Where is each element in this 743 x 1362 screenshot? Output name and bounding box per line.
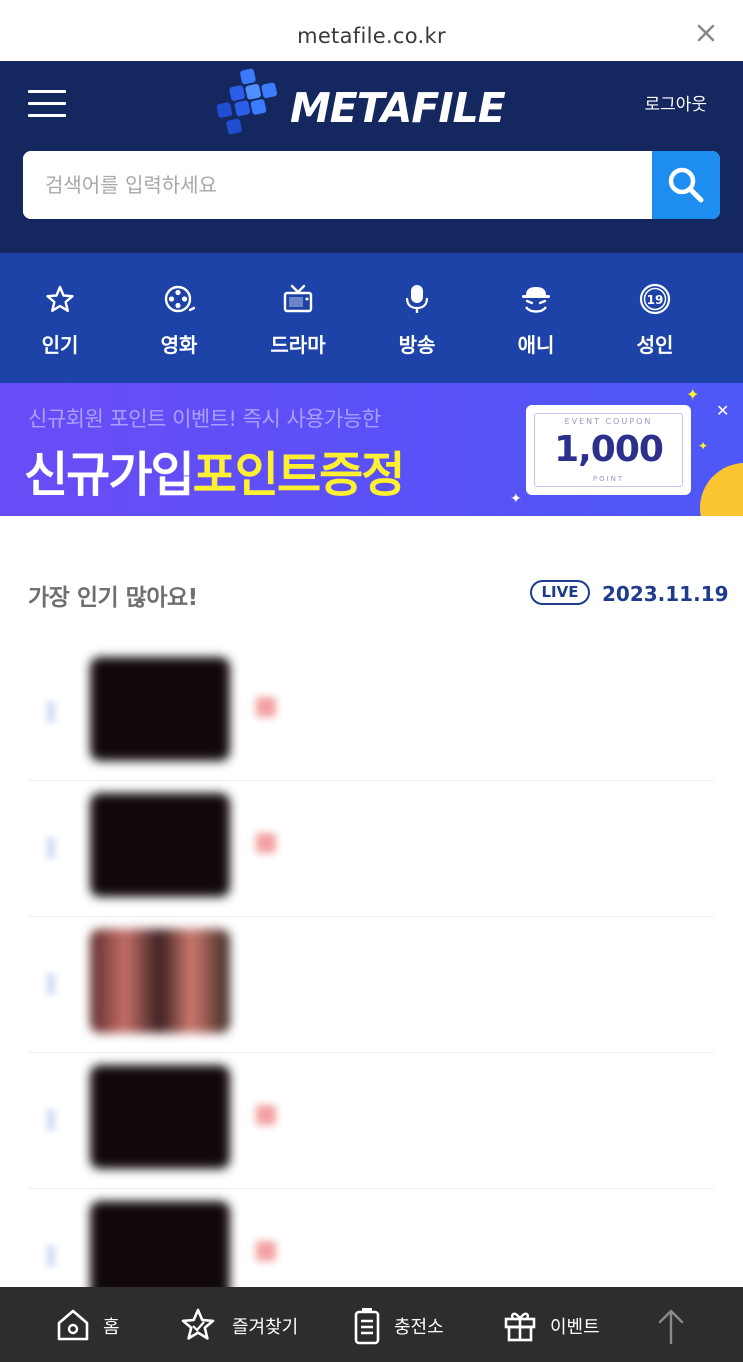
logout-button[interactable]: 로그아웃	[644, 90, 707, 115]
category-anime[interactable]: 애니	[476, 253, 596, 383]
bottom-nav-event[interactable]: 이벤트	[502, 1287, 612, 1362]
film-reel-icon	[164, 285, 195, 313]
category-label: 방송	[398, 333, 436, 357]
category-movie[interactable]: 영화	[119, 253, 239, 383]
logo-text: METAFILE	[290, 84, 506, 132]
category-drama[interactable]: 드라마	[238, 253, 358, 383]
sparkle-icon: ✦	[686, 385, 700, 404]
bottom-nav-home[interactable]: 홈	[55, 1287, 135, 1362]
section-title: 가장 인기 많아요!	[28, 585, 198, 611]
category-broadcast[interactable]: 방송	[357, 253, 477, 383]
category-label: 영화	[160, 333, 198, 357]
bottom-nav-label: 충전소	[394, 1317, 444, 1338]
character-icon	[522, 287, 550, 313]
banner-title: 신규가입포인트증정	[24, 435, 406, 505]
search-box	[23, 151, 720, 219]
gift-icon	[504, 1312, 536, 1342]
list-item[interactable]	[28, 917, 714, 1053]
tv-icon	[283, 284, 313, 313]
browser-url-bar: metafile.co.kr	[0, 0, 743, 61]
category-adult[interactable]: 19 성인	[595, 253, 715, 383]
category-nav: 인기 영화 드라마 방송 애니 19 성인	[0, 253, 743, 383]
coupon-bottom-text: POINT	[592, 475, 625, 483]
microphone-icon	[405, 285, 429, 313]
coupon-amount: 1,000	[554, 429, 664, 470]
banner-title-white: 신규가입	[24, 447, 195, 503]
section-date: 2023.11.19	[602, 582, 729, 606]
banner-subtitle: 신규회원 포인트 이벤트! 즉시 사용가능한	[28, 407, 381, 431]
scroll-to-top-button[interactable]	[656, 1287, 692, 1362]
live-badge: LIVE	[530, 580, 590, 605]
list-item[interactable]	[28, 781, 714, 917]
bottom-nav-favorites[interactable]: 즐겨찾기	[180, 1287, 310, 1362]
hamburger-icon[interactable]	[28, 90, 66, 118]
url-text: metafile.co.kr	[297, 24, 446, 48]
coin-icon	[700, 463, 743, 516]
item-title	[258, 1101, 694, 1127]
coupon-graphic: EVENT COUPON 1,000 POINT	[526, 405, 691, 495]
age-19-icon: 19	[639, 283, 671, 315]
thumbnail	[90, 657, 230, 761]
bottom-nav-label: 즐겨찾기	[232, 1317, 299, 1338]
category-label: 애니	[517, 333, 555, 357]
item-title	[258, 829, 694, 855]
star-icon	[181, 1308, 215, 1340]
category-label: 성인	[636, 333, 674, 357]
svg-text:19: 19	[647, 293, 664, 307]
logo-mark-icon	[216, 68, 277, 134]
arrow-up-icon	[658, 1309, 684, 1345]
thumbnail	[90, 793, 230, 897]
star-icon	[46, 285, 74, 312]
search-button[interactable]	[652, 151, 720, 219]
search-icon	[668, 167, 704, 203]
item-title	[258, 965, 694, 991]
list-item[interactable]	[28, 1053, 714, 1189]
battery-icon	[354, 1308, 380, 1345]
banner-title-yellow: 포인트증정	[192, 447, 406, 503]
bottom-nav-label: 이벤트	[550, 1317, 600, 1338]
bottom-nav-label: 홈	[103, 1317, 120, 1338]
bottom-nav-charge[interactable]: 충전소	[352, 1287, 452, 1362]
item-title	[258, 693, 694, 719]
category-label: 인기	[41, 333, 79, 357]
list-item[interactable]	[28, 645, 714, 781]
sparkle-icon: ✦	[698, 439, 709, 453]
thumbnail	[90, 929, 230, 1033]
site-logo[interactable]: METAFILE	[208, 68, 538, 134]
close-icon[interactable]	[695, 22, 717, 44]
thumbnail	[90, 1065, 230, 1169]
home-icon	[57, 1309, 89, 1341]
search-input[interactable]	[23, 151, 652, 219]
category-label: 드라마	[270, 333, 326, 357]
coupon-top-text: EVENT COUPON	[564, 417, 653, 426]
category-popular[interactable]: 인기	[0, 253, 120, 383]
signup-event-banner[interactable]: 신규회원 포인트 이벤트! 즉시 사용가능한 신규가입포인트증정 EVENT C…	[0, 383, 743, 516]
bottom-nav: 홈 즐겨찾기 충전소 이벤트	[0, 1287, 743, 1362]
sparkle-icon: ✦	[510, 491, 522, 507]
sparkle-icon: ✕	[716, 401, 730, 420]
item-title	[258, 1237, 694, 1263]
